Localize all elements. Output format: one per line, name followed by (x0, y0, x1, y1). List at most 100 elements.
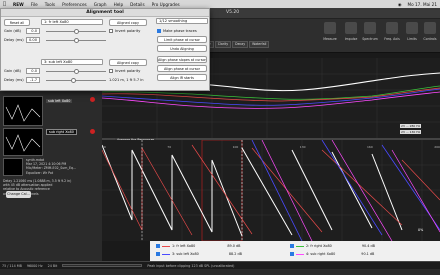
level-meter (62, 264, 143, 267)
window-version: V5.20 (226, 10, 240, 15)
thumb-graph-icon (5, 104, 41, 122)
measurement-name-1[interactable]: sub left Xo80 (46, 99, 73, 103)
legend-row[interactable]: 4: sub right Xo80 90.1 dB (290, 252, 374, 256)
percent-label: 0% (418, 228, 424, 232)
legend-row[interactable]: 1: fr left Xo80 89.0 dB (156, 244, 240, 248)
lower-invert-label: Invert polarity (115, 69, 141, 73)
spectrum-icon (364, 22, 376, 34)
legend-row[interactable]: 2: fr right Xo80 90.4 dB (290, 244, 375, 248)
dialog-title: Alignment tool (1, 9, 209, 17)
impulse-button[interactable]: Impulse (341, 22, 361, 52)
upper-invert-checkbox[interactable] (109, 29, 113, 33)
legend-value: 90.1 dB (361, 252, 375, 256)
measurement-thumb-2[interactable] (3, 128, 43, 156)
peak-input-status: Peak input before clipping 123 dB SPL (u… (147, 263, 235, 268)
align-ir-starts-button[interactable]: Align IR starts (157, 74, 207, 81)
limits-button[interactable]: Limits (402, 22, 422, 52)
status-bar: 75 / 114 MB 96000 Hz 24 Bit Peak input b… (0, 261, 440, 269)
menu-tools[interactable]: Tools (45, 2, 55, 7)
apple-menu-icon[interactable]:  (3, 1, 6, 7)
slider-knob[interactable] (71, 78, 76, 83)
lower-delay-slider[interactable] (46, 78, 106, 83)
lower-gain-slider[interactable] (46, 69, 106, 74)
align-phase-button[interactable]: Align phase at cursor (157, 65, 207, 72)
info-line: Equalizer: Wr Pot (26, 170, 54, 175)
clock[interactable]: Mo 17. Mai 21 (408, 2, 438, 7)
menu-details[interactable]: Details (130, 2, 145, 7)
measurement-thumb-3[interactable] (3, 158, 23, 176)
separate-button[interactable]: Measure (320, 22, 340, 52)
menu-bar:  REW File Tools Preferences Graph Help … (0, 0, 440, 8)
freq-axis-icon (386, 22, 398, 34)
reset-all-button[interactable]: Reset all (4, 19, 30, 26)
align-phase-slopes-button[interactable]: Align phase slopes at cursor (157, 56, 207, 63)
upper-delay-label: Delay (ms) (4, 38, 24, 42)
freq-axis-button[interactable]: Freq. Axis (382, 22, 402, 52)
tick: 70 (167, 145, 172, 149)
aligned-copy-button[interactable]: Aligned copy (109, 19, 147, 26)
upper-delay-slider[interactable] (46, 38, 106, 43)
tick: 100 (232, 145, 239, 149)
legend-name: 2: fr right Xo80 (306, 244, 332, 248)
traces-legend: 1: fr left Xo80 89.0 dB 3: sub left Xo80… (150, 241, 440, 262)
dock (0, 269, 440, 275)
undo-aligning-button[interactable]: Undo Aligning (157, 45, 207, 52)
legend-swatch (296, 245, 304, 247)
phase-graph[interactable] (101, 139, 440, 242)
upper-delay-input[interactable]: 0.00 (26, 37, 40, 43)
slider-knob[interactable] (74, 29, 79, 34)
remove-icon[interactable] (90, 97, 95, 102)
lower-invert-checkbox[interactable] (109, 69, 113, 73)
lower-measurement-select[interactable]: 3: sub left Xo80 (41, 59, 103, 65)
legend-value: 88.2 dB (228, 252, 242, 256)
lower-delay-label: Delay (ms) (4, 78, 24, 82)
measurements-sidebar: sub left Xo80 sub right Xo80 synth.mdat … (0, 91, 102, 261)
tab-waterfall[interactable]: Waterfall (249, 41, 270, 48)
limit-phase-button[interactable]: Limit phase at cursor (157, 36, 207, 43)
menu-help[interactable]: Help (114, 2, 124, 7)
menu-graph[interactable]: Graph (94, 2, 107, 7)
spectrum-button[interactable]: Spectrum (360, 22, 380, 52)
tick: 30 (102, 145, 106, 149)
legend-name: 3: sub left Xo80 (172, 252, 199, 256)
measurement-name-2[interactable]: sub right Xo80 (46, 129, 77, 135)
upper-gain-slider[interactable] (46, 29, 106, 34)
tick: 160 (367, 145, 373, 149)
remove-icon[interactable] (90, 129, 95, 134)
menu-pro-upgrades[interactable]: Pro Upgrades (152, 2, 180, 7)
legend-checkbox[interactable] (290, 252, 294, 256)
phase-sum (101, 144, 403, 237)
measurement-thumb-1[interactable] (3, 96, 43, 126)
bit-depth[interactable]: 24 Bit (48, 264, 58, 268)
memory-status: 75 / 114 MB (2, 263, 22, 268)
legend-name: 1: fr left Xo80 (172, 244, 196, 248)
sample-rate[interactable]: 96000 Hz (27, 264, 43, 268)
smoothing-select[interactable]: 1/12 smoothing (156, 18, 208, 24)
controls-button[interactable]: Controls (420, 22, 440, 52)
menu-file[interactable]: File (31, 2, 38, 7)
upper-gain-input[interactable]: 0.0 (26, 28, 40, 34)
lower-delay-input[interactable]: -1.7 (26, 77, 40, 83)
legend-value: 90.4 dB (361, 244, 375, 248)
menu-app-name[interactable]: REW (13, 2, 24, 7)
slider-knob[interactable] (74, 38, 79, 43)
legend-row[interactable]: 3: sub left Xo80 88.2 dB (156, 252, 242, 256)
legend-checkbox[interactable] (290, 244, 294, 248)
make-phase-traces-checkbox[interactable] (157, 29, 161, 33)
slider-knob[interactable] (74, 69, 79, 74)
upper-invert-label: Invert polarity (115, 29, 141, 33)
tab-clarity[interactable]: Clarity (214, 41, 232, 48)
tab-decay[interactable]: Decay (232, 41, 249, 48)
aligned-copy-button-2[interactable]: Aligned copy (109, 59, 147, 66)
legend-checkbox[interactable] (156, 244, 160, 248)
range-b: 23 ... 130 Hz (400, 130, 422, 134)
upper-measurement-select[interactable]: 1: fr left Xo80 (41, 19, 103, 25)
lower-gain-input[interactable]: 0.0 (26, 68, 40, 74)
lower-axis: 30 70 100 130 160 200 (102, 145, 440, 149)
wifi-icon[interactable]: ◉ (398, 2, 402, 7)
impulse-icon (345, 22, 357, 34)
legend-name: 4: sub right Xo80 (306, 252, 336, 256)
legend-checkbox[interactable] (156, 252, 160, 256)
change-cal-button[interactable]: Change Cal... (6, 191, 31, 198)
menu-preferences[interactable]: Preferences (62, 2, 87, 7)
